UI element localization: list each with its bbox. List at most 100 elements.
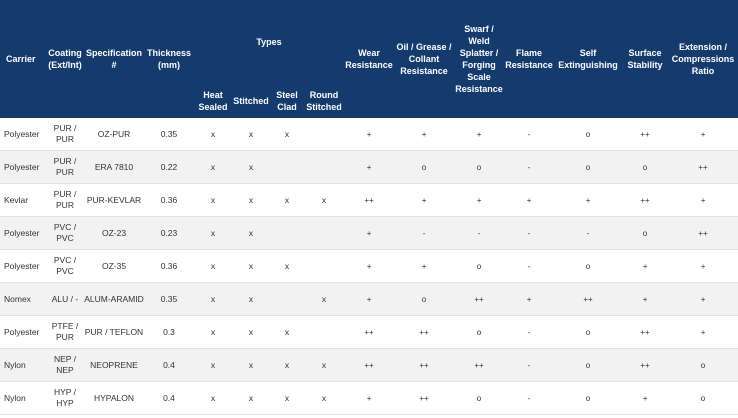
cell-coating: ALU / -: [46, 282, 84, 316]
cell-swarf-resistance: ++: [454, 282, 505, 316]
cell-extension-ratio: o: [668, 381, 738, 415]
table-row: Polyester PUR / PUR OZ-PUR 0.35 x x x + …: [0, 118, 738, 151]
header-thickness: Thickness (mm): [144, 0, 194, 118]
cell-stitched: x: [232, 249, 270, 283]
cell-self-extinguishing: o: [554, 315, 623, 349]
cell-extension-ratio: +: [668, 183, 738, 217]
cell-swarf-resistance: o: [454, 249, 505, 283]
cell-carrier: Nylon: [0, 348, 46, 382]
cell-extension-ratio: +: [668, 249, 738, 283]
cell-carrier: Polyester: [0, 315, 46, 349]
cell-heat-sealed: x: [194, 150, 232, 184]
cell-wear-resistance: +: [344, 150, 395, 184]
cell-swarf-resistance: ++: [454, 348, 505, 382]
cell-heat-sealed: x: [194, 249, 232, 283]
cell-surface-stability: ++: [622, 118, 669, 151]
cell-carrier: Polyester: [0, 118, 46, 151]
cell-self-extinguishing: +: [554, 183, 623, 217]
cell-stitched: x: [232, 348, 270, 382]
cell-flame-resistance: -: [504, 348, 555, 382]
cell-oil-resistance: ++: [394, 348, 455, 382]
header-steel-clad: Steel Clad: [270, 84, 304, 118]
cell-specification: ALUM-ARAMID: [84, 282, 144, 316]
header-self-extinguishing: Self Extinguishing: [554, 0, 623, 118]
cell-steel-clad: x: [270, 118, 304, 151]
cell-thickness: 0.35: [144, 118, 194, 151]
cell-steel-clad: x: [270, 249, 304, 283]
cell-steel-clad: [270, 282, 304, 316]
cell-oil-resistance: +: [394, 183, 455, 217]
cell-self-extinguishing: -: [554, 216, 623, 250]
header-surface-stability: Surface Stability: [622, 0, 669, 118]
cell-steel-clad: x: [270, 381, 304, 415]
cell-specification: PUR / TEFLON: [84, 315, 144, 349]
header-extension-ratio: Extension / Compressions Ratio: [668, 0, 738, 118]
table-row: Polyester PVC / PVC OZ-23 0.23 x x + - -…: [0, 216, 738, 250]
cell-steel-clad: x: [270, 348, 304, 382]
header-row-main: Carrier Coating (Ext/Int) Specification …: [0, 0, 738, 118]
table-row: Nylon NEP / NEP NEOPRENE 0.4 x x x x ++ …: [0, 348, 738, 382]
table-row: Polyester PTFE / PUR PUR / TEFLON 0.3 x …: [0, 315, 738, 349]
cell-swarf-resistance: -: [454, 216, 505, 250]
header-types: Types: [194, 0, 345, 84]
cell-coating: HYP / HYP: [46, 381, 84, 415]
cell-wear-resistance: +: [344, 282, 395, 316]
header-heat-sealed: Heat Sealed: [194, 84, 232, 118]
cell-coating: NEP / NEP: [46, 348, 84, 382]
cell-specification: NEOPRENE: [84, 348, 144, 382]
cell-swarf-resistance: o: [454, 381, 505, 415]
cell-steel-clad: [270, 216, 304, 250]
cell-thickness: 0.36: [144, 249, 194, 283]
cell-self-extinguishing: o: [554, 150, 623, 184]
cell-oil-resistance: o: [394, 282, 455, 316]
cell-stitched: x: [232, 183, 270, 217]
table-body: Polyester PUR / PUR OZ-PUR 0.35 x x x + …: [0, 118, 738, 415]
cell-flame-resistance: +: [504, 183, 555, 217]
header-specification: Specification #: [84, 0, 144, 118]
cell-flame-resistance: -: [504, 118, 555, 151]
cell-heat-sealed: x: [194, 348, 232, 382]
cell-heat-sealed: x: [194, 315, 232, 349]
cell-extension-ratio: o: [668, 348, 738, 382]
cell-swarf-resistance: o: [454, 315, 505, 349]
cell-surface-stability: o: [622, 150, 669, 184]
cell-heat-sealed: x: [194, 282, 232, 316]
cell-stitched: x: [232, 282, 270, 316]
cell-wear-resistance: +: [344, 118, 395, 151]
cell-stitched: x: [232, 118, 270, 151]
cell-coating: PUR / PUR: [46, 118, 84, 151]
cell-self-extinguishing: o: [554, 249, 623, 283]
cell-flame-resistance: -: [504, 381, 555, 415]
cell-wear-resistance: +: [344, 249, 395, 283]
header-swarf-resistance: Swarf / Weld Splatter / Forging Scale Re…: [454, 0, 505, 118]
cell-round-stitched: [304, 249, 345, 283]
table-row: Polyester PUR / PUR ERA 7810 0.22 x x + …: [0, 150, 738, 184]
cell-surface-stability: +: [622, 282, 669, 316]
cell-surface-stability: ++: [622, 315, 669, 349]
cell-wear-resistance: ++: [344, 183, 395, 217]
cell-round-stitched: [304, 150, 345, 184]
cell-extension-ratio: +: [668, 118, 738, 151]
cell-coating: PTFE / PUR: [46, 315, 84, 349]
cell-oil-resistance: ++: [394, 315, 455, 349]
table-row: Kevlar PUR / PUR PUR-KEVLAR 0.36 x x x x…: [0, 183, 738, 217]
cell-oil-resistance: ++: [394, 381, 455, 415]
cell-self-extinguishing: o: [554, 348, 623, 382]
cell-surface-stability: o: [622, 216, 669, 250]
cell-self-extinguishing: o: [554, 381, 623, 415]
cell-stitched: x: [232, 315, 270, 349]
cell-thickness: 0.36: [144, 183, 194, 217]
cell-round-stitched: x: [304, 183, 345, 217]
cell-coating: PUR / PUR: [46, 183, 84, 217]
cell-thickness: 0.3: [144, 315, 194, 349]
header-carrier: Carrier: [0, 0, 46, 118]
cell-specification: HYPALON: [84, 381, 144, 415]
cell-surface-stability: +: [622, 249, 669, 283]
cell-extension-ratio: ++: [668, 150, 738, 184]
cell-oil-resistance: -: [394, 216, 455, 250]
cell-thickness: 0.4: [144, 348, 194, 382]
cell-round-stitched: [304, 216, 345, 250]
cell-thickness: 0.4: [144, 381, 194, 415]
cell-oil-resistance: +: [394, 118, 455, 151]
cell-stitched: x: [232, 150, 270, 184]
